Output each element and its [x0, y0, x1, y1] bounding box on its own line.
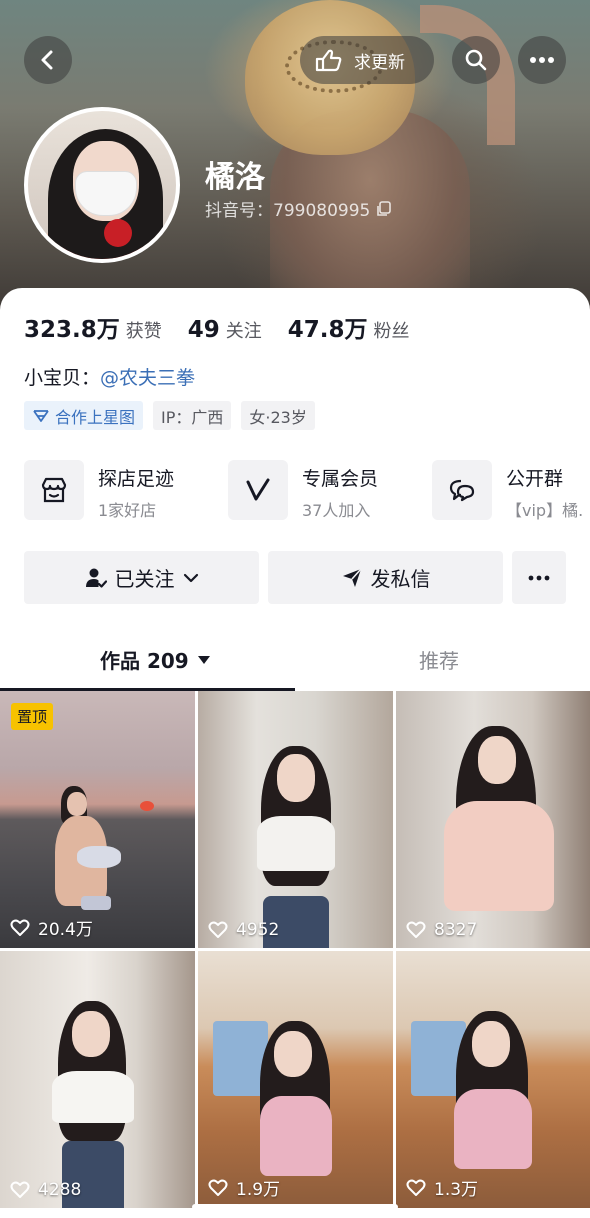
- following-button[interactable]: 已关注: [24, 551, 259, 604]
- stat-likes[interactable]: 323.8万 获赞: [24, 310, 162, 344]
- following-label: 已关注: [114, 567, 175, 591]
- tag-ip-label: IP：广西: [161, 407, 224, 427]
- service-public-group[interactable]: 公开群 【vip】橘.: [432, 460, 583, 521]
- avatar[interactable]: [24, 107, 180, 263]
- video-likes-count: 4952: [236, 920, 280, 940]
- more-actions-button[interactable]: [512, 551, 566, 604]
- tab-recommend-label: 推荐: [419, 649, 459, 673]
- chevron-down-icon: [183, 573, 198, 582]
- video-likes: 20.4万: [10, 915, 93, 940]
- heart-icon: [208, 921, 228, 938]
- chat-group-icon: [449, 479, 475, 502]
- search-button[interactable]: [452, 36, 500, 84]
- service-group-subtitle: 【vip】橘.: [506, 501, 584, 520]
- services-row: 探店足迹 1家好店 专属会员 37人加入 公开群 【vip】橘.: [24, 460, 590, 522]
- bio-mention-link[interactable]: @农夫三拳: [100, 367, 195, 389]
- tab-works[interactable]: 作品 209: [100, 645, 211, 674]
- video-likes-count: 4288: [38, 1180, 82, 1200]
- heart-icon: [10, 1181, 30, 1198]
- search-icon: [465, 49, 487, 71]
- tags-row: 合作上星图 IP：广西 女·23岁: [24, 401, 315, 430]
- service-group-title: 公开群: [506, 468, 564, 490]
- service-membership-subtitle: 37人加入: [302, 501, 371, 520]
- stat-followers[interactable]: 47.8万 粉丝: [288, 310, 410, 344]
- pinned-badge: 置顶: [11, 703, 54, 730]
- service-store-subtitle: 1家好店: [98, 501, 157, 520]
- douyin-id-text: 抖音号：799080995: [205, 201, 371, 221]
- more-dots-icon: [530, 57, 554, 63]
- tag-ip: IP：广西: [153, 401, 232, 430]
- video-thumbnail[interactable]: 4952: [198, 691, 393, 948]
- video-likes-count: 1.3万: [434, 1180, 479, 1200]
- chevron-left-icon: [41, 50, 53, 70]
- video-likes-count: 1.9万: [236, 1180, 281, 1200]
- douyin-id[interactable]: 抖音号：799080995: [205, 196, 392, 221]
- back-button[interactable]: [24, 36, 72, 84]
- request-update-label: 求更新: [354, 52, 405, 73]
- request-update-button[interactable]: 求更新: [300, 36, 434, 84]
- stat-likes-value: 323.8万: [24, 317, 120, 343]
- service-store-title: 探店足迹: [98, 468, 175, 490]
- vip-v-icon: [246, 478, 270, 501]
- stat-followers-label: 粉丝: [373, 321, 410, 342]
- video-likes: 8327: [406, 920, 477, 940]
- user-check-icon: [85, 568, 107, 588]
- more-button[interactable]: [518, 36, 566, 84]
- video-thumbnail[interactable]: 1.3万: [396, 951, 590, 1208]
- star-map-icon: [33, 409, 49, 422]
- service-store-visits[interactable]: 探店足迹 1家好店: [24, 460, 174, 521]
- heart-icon: [406, 1179, 426, 1196]
- content-tabs: 作品 209 推荐: [0, 633, 590, 693]
- stat-following-value: 49: [187, 317, 220, 343]
- send-message-label: 发私信: [370, 567, 431, 591]
- store-icon: [41, 477, 67, 503]
- stat-likes-label: 获赞: [125, 321, 162, 342]
- stat-following-label: 关注: [225, 321, 262, 342]
- bio: 小宝贝：@农夫三拳: [24, 363, 195, 390]
- heart-icon: [208, 1179, 228, 1196]
- home-indicator[interactable]: [192, 1204, 398, 1210]
- video-likes-count: 8327: [434, 920, 478, 940]
- video-thumbnail[interactable]: 置顶 20.4万: [0, 691, 195, 948]
- more-dots-icon: [528, 575, 550, 580]
- bio-prefix: 小宝贝：: [24, 367, 101, 389]
- send-plane-icon: [342, 567, 362, 587]
- hand-pointer-icon: [315, 49, 342, 72]
- heart-icon: [406, 921, 426, 938]
- video-thumbnail[interactable]: 4288: [0, 951, 195, 1208]
- video-likes: 4952: [208, 920, 279, 940]
- video-thumbnail[interactable]: 1.9万: [198, 951, 393, 1208]
- service-membership-title: 专属会员: [302, 468, 379, 490]
- video-likes: 4288: [10, 1180, 81, 1200]
- tag-gender-age-label: 女·23岁: [249, 407, 307, 427]
- heart-icon: [10, 919, 30, 936]
- tag-gender-age: 女·23岁: [241, 401, 315, 430]
- tab-recommend[interactable]: 推荐: [419, 645, 459, 674]
- tab-works-label: 作品 209: [100, 649, 189, 673]
- tag-star-map-label: 合作上星图: [55, 407, 136, 427]
- video-thumbnail[interactable]: 8327: [396, 691, 590, 948]
- stat-following[interactable]: 49 关注: [188, 317, 262, 343]
- video-likes-count: 20.4万: [38, 920, 93, 940]
- service-membership[interactable]: 专属会员 37人加入: [228, 460, 378, 521]
- tag-star-map[interactable]: 合作上星图: [24, 401, 144, 430]
- stat-followers-value: 47.8万: [287, 317, 368, 343]
- video-likes: 1.9万: [208, 1175, 280, 1200]
- send-message-button[interactable]: 发私信: [268, 551, 503, 604]
- stats-row: 323.8万 获赞 49 关注 47.8万 粉丝: [24, 310, 410, 344]
- profile-card: 323.8万 获赞 49 关注 47.8万 粉丝 小宝贝：@农夫三拳 合作上星图 IP…: [0, 288, 590, 1218]
- caret-down-icon: [197, 655, 210, 664]
- video-likes: 1.3万: [406, 1175, 478, 1200]
- copy-icon[interactable]: [376, 200, 392, 217]
- profile-name: 橘洛: [205, 160, 265, 195]
